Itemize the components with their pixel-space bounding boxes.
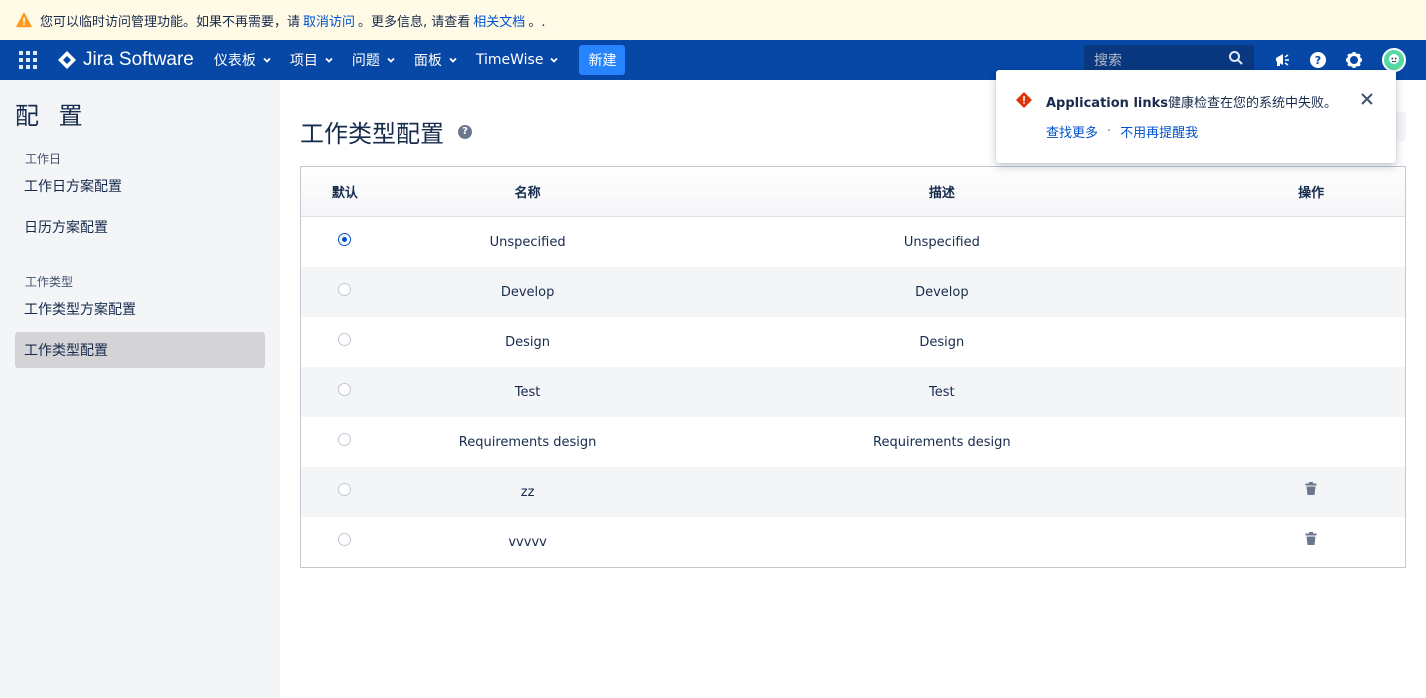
default-radio[interactable] — [338, 382, 352, 396]
user-avatar[interactable] — [1382, 48, 1406, 72]
admin-access-banner: 您可以临时访问管理功能。如果不再需要，请 取消访问 。更多信息, 请查看 相关文… — [0, 0, 1426, 40]
flag-separator: · — [1107, 124, 1112, 139]
flag-title-rest: 健康检查在您的系统中失败。 — [1168, 96, 1338, 111]
row-name: vvvvv — [508, 534, 547, 550]
create-button[interactable]: 新建 — [579, 45, 626, 75]
sidebar-group-workday: 工作日 — [25, 152, 62, 166]
default-radio[interactable] — [338, 432, 352, 446]
help-icon[interactable]: ? — [1308, 50, 1328, 70]
banner-text-middle: 。更多信息, 请查看 — [358, 14, 471, 30]
row-name: Requirements design — [458, 434, 597, 450]
row-description: Requirements design — [873, 434, 1011, 450]
default-radio[interactable] — [338, 282, 352, 296]
nav-issues[interactable]: 问题 — [352, 50, 396, 70]
gear-icon[interactable] — [1344, 50, 1364, 70]
chevron-down-icon — [448, 55, 458, 65]
nav-boards[interactable]: 面板 — [414, 50, 458, 70]
banner-text-after: 。. — [528, 14, 546, 30]
row-name: Unspecified — [489, 234, 566, 250]
health-check-flag: Application links健康检查在您的系统中失败。 查找更多 · 不用… — [996, 70, 1396, 163]
flag-title: Application links健康检查在您的系统中失败。 — [1046, 92, 1337, 111]
table-row: Develop Develop — [301, 267, 1405, 317]
page-title-text: 工作类型配置 — [300, 120, 444, 148]
table-row: vvvvv — [301, 517, 1405, 567]
help-icon[interactable]: ? — [458, 124, 472, 139]
trash-icon[interactable] — [1305, 481, 1317, 495]
warning-icon — [16, 12, 32, 28]
learn-more-link[interactable]: 查找更多 — [1046, 122, 1098, 141]
megaphone-icon[interactable] — [1272, 50, 1292, 70]
sidebar-item-work-type-scheme[interactable]: 工作类型方案配置 — [15, 291, 265, 327]
default-radio[interactable] — [338, 332, 352, 346]
row-description: Test — [929, 384, 955, 400]
flag-title-bold: Application links — [1046, 96, 1168, 111]
table-header: 默认 名称 描述 操作 — [301, 167, 1405, 217]
table-row: Unspecified Unspecified — [301, 217, 1405, 267]
row-description: Design — [919, 334, 965, 350]
flag-actions: 查找更多 · 不用再提醒我 — [1046, 122, 1198, 141]
logo-text: Jira Software — [83, 49, 194, 70]
table-row: Requirements design Requirements design — [301, 417, 1405, 467]
row-name: Develop — [500, 284, 555, 300]
table-row: zz — [301, 467, 1405, 517]
jira-logo[interactable]: Jira Software — [57, 49, 194, 71]
revoke-access-link[interactable]: 取消访问 — [303, 11, 355, 30]
column-header-actions: 操作 — [1298, 186, 1325, 201]
table-row: Test Test — [301, 367, 1405, 417]
search-icon[interactable] — [1228, 50, 1244, 70]
nav-dashboards-label: 仪表板 — [213, 53, 256, 69]
default-radio[interactable] — [338, 482, 352, 496]
jira-diamond-icon — [58, 51, 76, 69]
chevron-down-icon — [549, 55, 559, 65]
page-title: 工作类型配置 ? — [300, 114, 472, 149]
default-radio[interactable] — [338, 232, 352, 246]
docs-link[interactable]: 相关文档 — [473, 11, 525, 30]
chevron-down-icon — [386, 55, 396, 65]
nav-issues-label: 问题 — [351, 53, 380, 69]
row-name: Test — [514, 384, 541, 400]
error-icon — [1016, 92, 1032, 112]
row-name: Design — [505, 334, 551, 350]
dont-remind-link[interactable]: 不用再提醒我 — [1120, 122, 1198, 141]
search-placeholder: 搜索 — [1094, 53, 1122, 69]
hidden-button-edge — [1396, 112, 1406, 141]
column-header-name: 名称 — [514, 186, 541, 201]
sidebar-title: 配 置 — [15, 102, 89, 130]
table-row: Design Design — [301, 317, 1405, 367]
row-name: zz — [520, 484, 535, 500]
svg-text:?: ? — [1315, 54, 1321, 67]
banner-text-before: 您可以临时访问管理功能。如果不再需要，请 — [40, 14, 301, 30]
sidebar-group-work-type: 工作类型 — [25, 275, 74, 289]
nav-timewise[interactable]: TimeWise — [476, 52, 560, 68]
row-description: Unspecified — [903, 234, 980, 250]
default-radio[interactable] — [338, 532, 352, 546]
sidebar-item-calendar-scheme[interactable]: 日历方案配置 — [15, 209, 265, 245]
column-header-description: 描述 — [928, 186, 955, 201]
row-description: Develop — [915, 284, 969, 300]
sidebar: 配 置 工作日 工作日方案配置 日历方案配置 工作类型 工作类型方案配置 工作类… — [0, 80, 280, 698]
nav-projects[interactable]: 项目 — [290, 50, 334, 70]
nav-timewise-label: TimeWise — [475, 52, 544, 68]
app-switcher-icon[interactable] — [19, 51, 37, 69]
nav-boards-label: 面板 — [413, 53, 442, 69]
sidebar-item-workday-scheme[interactable]: 工作日方案配置 — [15, 168, 265, 204]
nav-dashboards[interactable]: 仪表板 — [214, 50, 272, 70]
nav-projects-label: 项目 — [289, 53, 318, 69]
close-icon[interactable] — [1360, 92, 1374, 106]
column-header-default: 默认 — [331, 186, 358, 201]
work-type-table: 默认 名称 描述 操作 Unspecified Unspecified Deve… — [300, 166, 1406, 568]
trash-icon[interactable] — [1305, 531, 1317, 545]
chevron-down-icon — [324, 55, 334, 65]
sidebar-item-work-type-config[interactable]: 工作类型配置 — [15, 332, 265, 368]
chevron-down-icon — [262, 55, 272, 65]
